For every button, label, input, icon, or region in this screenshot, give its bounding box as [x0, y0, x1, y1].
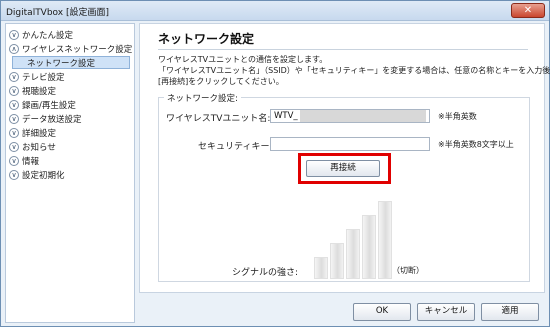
apply-button[interactable]: 適用	[481, 303, 539, 321]
settings-window: DigitalTVbox [設定画面] ✕ ∨ かんたん設定 ∧ ワイヤレスネッ…	[0, 0, 550, 327]
sidebar-item-label: 情報	[22, 157, 40, 167]
chevron-down-icon: ∨	[9, 170, 19, 180]
sidebar-item-easy-setup[interactable]: ∨ かんたん設定	[6, 28, 134, 42]
security-key-input[interactable]	[270, 137, 430, 151]
chevron-down-icon: ∨	[9, 30, 19, 40]
chevron-down-icon: ∨	[9, 72, 19, 82]
page-title: ネットワーク設定	[158, 32, 255, 46]
description-line-1: ワイヤレスTVユニットとの通信を設定します。	[158, 55, 328, 64]
sidebar-item-label: データ放送設定	[22, 115, 82, 125]
sidebar-item-label: 視聴設定	[22, 87, 57, 97]
security-key-label: セキュリティキー:	[198, 142, 273, 152]
masked-ssid	[300, 110, 426, 122]
title-bar: DigitalTVbox [設定画面] ✕	[1, 1, 549, 21]
sidebar-item-info[interactable]: ∨ 情報	[6, 154, 134, 168]
security-key-hint: ※半角英数8文字以上	[438, 140, 514, 149]
cancel-button[interactable]: キャンセル	[417, 303, 475, 321]
unit-name-hint: ※半角英数	[438, 112, 477, 121]
sidebar-item-viewing[interactable]: ∨ 視聴設定	[6, 84, 134, 98]
description-line-3: [再接続]をクリックしてください。	[158, 77, 284, 86]
signal-bar-1	[314, 257, 328, 279]
close-button[interactable]: ✕	[511, 3, 545, 18]
settings-sidebar: ∨ かんたん設定 ∧ ワイヤレスネットワーク設定 ネットワーク設定 ∨ テレビ設…	[5, 23, 135, 323]
signal-meter	[314, 201, 394, 279]
sidebar-item-wireless-network[interactable]: ∧ ワイヤレスネットワーク設定	[6, 42, 134, 56]
sidebar-item-label: 詳細設定	[22, 129, 57, 139]
signal-bar-3	[346, 229, 360, 279]
chevron-up-icon: ∧	[9, 44, 19, 54]
chevron-down-icon: ∨	[9, 128, 19, 138]
reconnect-highlight	[298, 153, 391, 184]
group-label: ネットワーク設定:	[164, 92, 241, 104]
ok-button[interactable]: OK	[353, 303, 411, 321]
chevron-down-icon: ∨	[9, 114, 19, 124]
chevron-down-icon: ∨	[9, 86, 19, 96]
signal-status: （切断）	[392, 266, 424, 275]
sidebar-item-label: ワイヤレスネットワーク設定	[22, 45, 133, 55]
signal-bar-4	[362, 215, 376, 279]
sidebar-item-notices[interactable]: ∨ お知らせ	[6, 140, 134, 154]
sidebar-item-network-settings[interactable]: ネットワーク設定	[12, 56, 130, 69]
signal-bar-2	[330, 243, 344, 279]
sidebar-item-label: テレビ設定	[22, 73, 65, 83]
chevron-down-icon: ∨	[9, 156, 19, 166]
sidebar-item-advanced[interactable]: ∨ 詳細設定	[6, 126, 134, 140]
signal-strength-label: シグナルの強さ:	[232, 268, 299, 278]
window-title: DigitalTVbox [設定画面]	[6, 8, 109, 18]
sidebar-item-label: かんたん設定	[22, 31, 74, 41]
chevron-down-icon: ∨	[9, 100, 19, 110]
sidebar-item-label: お知らせ	[22, 143, 56, 153]
sidebar-item-reset[interactable]: ∨ 設定初期化	[6, 168, 134, 182]
chevron-down-icon: ∨	[9, 142, 19, 152]
sidebar-item-label: 録画/再生設定	[22, 101, 76, 111]
sidebar-item-label: ネットワーク設定	[27, 59, 96, 69]
sidebar-item-label: 設定初期化	[22, 171, 65, 181]
sidebar-item-tv-settings[interactable]: ∨ テレビ設定	[6, 70, 134, 84]
sidebar-item-recording[interactable]: ∨ 録画/再生設定	[6, 98, 134, 112]
unit-name-label: ワイヤレスTVユニット名:	[166, 114, 271, 124]
description-line-2: 「ワイヤレスTVユニット名」（SSID）や「セキュリティキー」を変更する場合は、…	[158, 66, 550, 75]
sidebar-item-data-broadcast[interactable]: ∨ データ放送設定	[6, 112, 134, 126]
title-divider	[158, 49, 528, 50]
signal-bar-5	[378, 201, 392, 279]
